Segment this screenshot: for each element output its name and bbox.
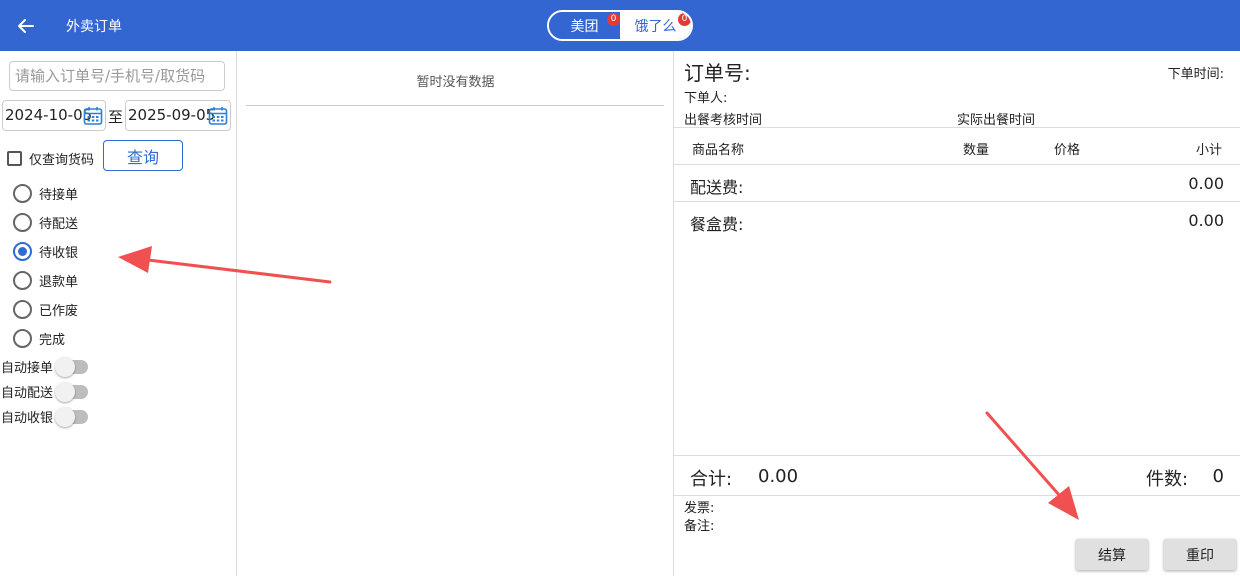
item-count-value: 0	[1212, 466, 1224, 487]
item-count-label: 件数:	[1146, 469, 1189, 490]
page-title: 外卖订单	[66, 19, 122, 35]
auto-delivery-setting: 自动配送	[1, 381, 89, 402]
status-radio-voided[interactable]: 已作废	[13, 300, 78, 319]
delivery-fee-label: 配送费:	[690, 178, 744, 197]
divider	[674, 164, 1240, 165]
meituan-count-badge: 0	[607, 13, 620, 26]
status-label: 已作废	[39, 304, 79, 319]
status-label: 待收银	[39, 246, 79, 261]
empty-state-text: 暂时没有数据	[416, 75, 495, 90]
status-radio-pending-delivery[interactable]: 待配送	[13, 213, 78, 232]
auto-checkout-toggle[interactable]	[55, 406, 89, 427]
review-time-label: 出餐考核时间	[684, 113, 763, 128]
calendar-icon[interactable]	[83, 106, 103, 126]
radio-indicator	[13, 300, 32, 319]
radio-indicator	[13, 213, 32, 232]
divider	[674, 127, 1240, 128]
date-to-field[interactable]: 2025-09-05	[125, 100, 231, 131]
only-pickup-code-option: 仅查询货码	[7, 149, 94, 168]
reprint-button[interactable]: 重印	[1164, 539, 1236, 570]
status-radio-completed[interactable]: 完成	[13, 329, 65, 348]
filter-panel: 2024-10-05 至 2025-09-05 仅查询货码 查询 待接单	[0, 51, 237, 576]
status-label: 完成	[39, 333, 66, 348]
query-button[interactable]: 查询	[103, 140, 183, 171]
divider	[674, 495, 1240, 496]
auto-delivery-toggle[interactable]	[55, 381, 89, 402]
auto-checkout-setting: 自动收银	[1, 406, 89, 427]
column-header-item-name: 商品名称	[692, 143, 745, 158]
status-radio-pending-checkout[interactable]: 待收银	[13, 242, 78, 261]
column-header-price: 价格	[1054, 143, 1081, 158]
platform-switcher: 美团 0 饿了么 0	[547, 10, 693, 41]
total-value: 0.00	[758, 466, 799, 487]
status-label: 待接单	[39, 188, 79, 203]
radio-indicator-selected	[13, 242, 32, 261]
auto-accept-setting: 自动接单	[1, 356, 89, 377]
invoice-label: 发票:	[684, 501, 715, 516]
order-number-label: 订单号:	[684, 61, 751, 85]
status-radio-refund[interactable]: 退款单	[13, 271, 78, 290]
tab-meituan-label: 美团	[570, 18, 599, 35]
auto-accept-toggle[interactable]	[55, 356, 89, 377]
auto-delivery-label: 自动配送	[1, 386, 54, 401]
divider	[674, 455, 1240, 456]
status-radio-pending-accept[interactable]: 待接单	[13, 184, 78, 203]
remark-label: 备注:	[684, 519, 715, 534]
top-bar: 外卖订单 美团 0 饿了么 0	[0, 0, 1240, 51]
column-header-quantity: 数量	[963, 143, 990, 158]
date-range-separator: 至	[108, 108, 124, 126]
only-pickup-code-checkbox[interactable]	[7, 151, 22, 166]
eleme-count-badge: 0	[678, 13, 691, 26]
auto-checkout-label: 自动收银	[1, 411, 54, 426]
tab-eleme[interactable]: 饿了么 0	[620, 12, 691, 39]
divider	[246, 105, 664, 106]
radio-indicator	[13, 271, 32, 290]
only-pickup-code-label: 仅查询货码	[29, 153, 95, 168]
radio-indicator	[13, 184, 32, 203]
box-fee-value: 0.00	[1188, 211, 1224, 230]
checkout-button[interactable]: 结算	[1076, 539, 1148, 570]
order-detail-panel: 订单号: 下单时间: 下单人: 出餐考核时间 实际出餐时间 商品名称 数量 价格…	[674, 51, 1240, 576]
actual-time-label: 实际出餐时间	[957, 113, 1036, 128]
calendar-icon[interactable]	[208, 106, 228, 126]
status-label: 待配送	[39, 217, 79, 232]
delivery-fee-value: 0.00	[1188, 174, 1224, 193]
status-label: 退款单	[39, 275, 79, 290]
orderer-label: 下单人:	[684, 91, 728, 106]
date-from-value: 2024-10-05	[5, 106, 93, 124]
divider	[674, 201, 1240, 202]
order-time-label: 下单时间:	[1167, 67, 1224, 82]
date-from-field[interactable]: 2024-10-05	[2, 100, 106, 131]
auto-accept-label: 自动接单	[1, 361, 54, 376]
date-to-value: 2025-09-05	[128, 106, 216, 124]
search-input[interactable]	[9, 61, 225, 91]
total-label: 合计:	[690, 469, 733, 490]
tab-eleme-label: 饿了么	[634, 18, 677, 35]
column-header-subtotal: 小计	[1196, 143, 1223, 158]
back-arrow-icon[interactable]	[12, 12, 40, 40]
box-fee-label: 餐盒费:	[690, 215, 744, 234]
radio-indicator	[13, 329, 32, 348]
order-list-panel: 暂时没有数据	[237, 51, 674, 576]
tab-meituan[interactable]: 美团 0	[549, 12, 620, 39]
